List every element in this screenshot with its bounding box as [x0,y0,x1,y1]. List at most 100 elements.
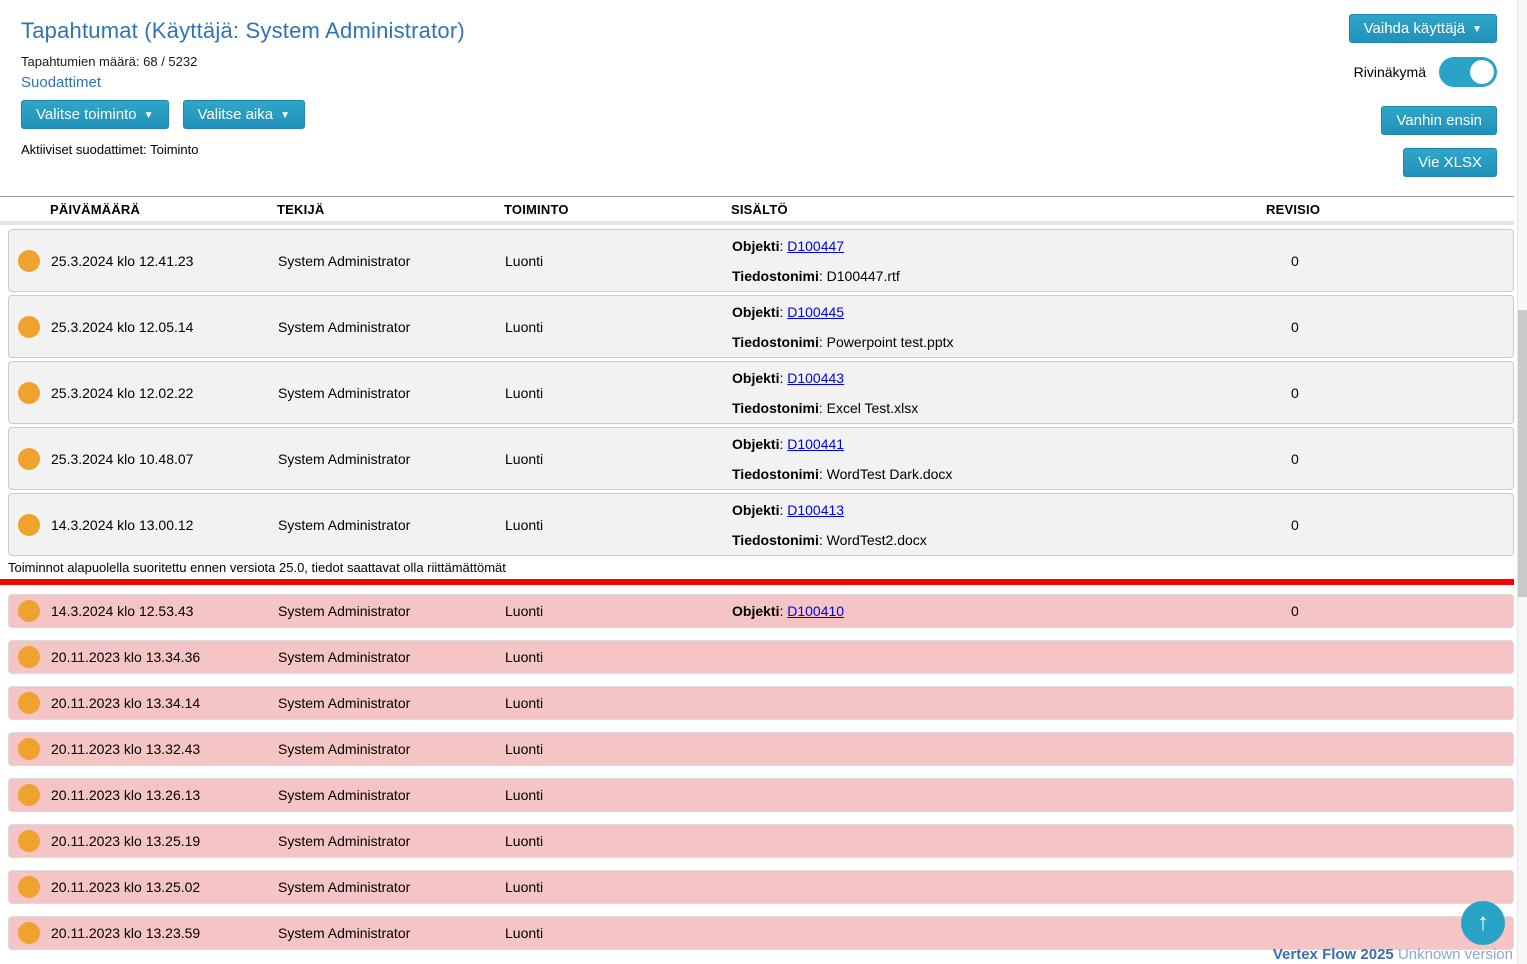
header-content: SISÄLTÖ [731,202,1266,217]
row-revision: 0 [1267,517,1513,533]
status-dot-icon [18,646,40,668]
chevron-down-icon: ▼ [144,110,154,121]
row-status-cell [9,692,51,714]
object-label: Objekti [732,436,779,452]
object-label: Objekti [732,238,779,254]
row-status-cell [9,830,51,852]
row-action: Luonti [505,319,732,335]
row-status-cell [9,514,51,536]
table-row[interactable]: 20.11.2023 klo 13.34.14 System Administr… [8,686,1514,720]
chevron-down-icon: ▼ [1472,24,1482,35]
export-xlsx-button[interactable]: Vie XLSX [1403,148,1497,177]
row-view-label: Rivinäkymä [1354,64,1426,80]
row-status-cell [9,646,51,668]
select-time-button[interactable]: Valitse aika▼ [183,100,306,129]
row-date: 20.11.2023 klo 13.26.13 [51,787,278,803]
row-date: 20.11.2023 klo 13.34.36 [51,649,278,665]
table-row[interactable]: 20.11.2023 klo 13.26.13 System Administr… [8,778,1514,812]
status-dot-icon [18,876,40,898]
event-count: Tapahtumien määrä: 68 / 5232 [21,54,1527,69]
table-row[interactable]: 25.3.2024 klo 12.02.22 System Administra… [8,361,1514,424]
object-line: Objekti: D100441 [732,436,1267,452]
table-row[interactable]: 25.3.2024 klo 12.05.14 System Administra… [8,295,1514,358]
row-date: 25.3.2024 klo 12.41.23 [51,253,278,269]
row-status-cell [9,600,51,622]
object-label: Objekti [732,502,779,518]
status-dot-icon [18,784,40,806]
version-warning-divider [0,579,1514,585]
row-date: 14.3.2024 klo 12.53.43 [51,603,278,619]
topbar: Tapahtumat (Käyttäjä: System Administrat… [0,0,1527,196]
row-actor: System Administrator [278,879,505,895]
row-actor: System Administrator [278,451,505,467]
row-revision: 0 [1267,603,1513,619]
object-link[interactable]: D100441 [787,436,844,452]
table-row[interactable]: 20.11.2023 klo 13.25.02 System Administr… [8,870,1514,904]
table-row[interactable]: 14.3.2024 klo 13.00.12 System Administra… [8,493,1514,556]
row-content: Objekti: D100441 Tiedostonimi: WordTest … [732,436,1267,482]
row-actor: System Administrator [278,517,505,533]
object-label: Objekti [732,603,779,619]
object-label: Objekti [732,304,779,320]
row-actor: System Administrator [278,649,505,665]
row-content: Objekti: D100410 [732,603,1267,619]
event-rows-recent: 25.3.2024 klo 12.41.23 System Administra… [8,229,1514,556]
oldest-first-button[interactable]: Vanhin ensin [1381,106,1497,135]
filename-line: Tiedostonimi: Powerpoint test.pptx [732,334,1267,350]
row-date: 20.11.2023 klo 13.23.59 [51,925,278,941]
table-row[interactable]: 14.3.2024 klo 12.53.43 System Administra… [8,594,1514,628]
row-status-cell [9,316,51,338]
row-date: 25.3.2024 klo 12.02.22 [51,385,278,401]
object-link[interactable]: D100447 [787,238,844,254]
row-view-toggle[interactable] [1439,57,1497,87]
active-filters-label: Aktiiviset suodattimet: Toiminto [21,142,1527,157]
row-actor: System Administrator [278,833,505,849]
row-status-cell [9,738,51,760]
filename-value: Powerpoint test.pptx [827,334,954,350]
brand-label: Vertex Flow 2025 [1273,946,1394,963]
status-dot-icon [18,250,40,272]
row-date: 20.11.2023 klo 13.25.19 [51,833,278,849]
filename-label: Tiedostonimi [732,400,819,416]
header-actor: TEKIJÄ [277,202,504,217]
row-actor: System Administrator [278,787,505,803]
table-row[interactable]: 20.11.2023 klo 13.32.43 System Administr… [8,732,1514,766]
row-content: Objekti: D100443 Tiedostonimi: Excel Tes… [732,370,1267,416]
row-actor: System Administrator [278,385,505,401]
row-revision: 0 [1267,385,1513,401]
table-row[interactable]: 25.3.2024 klo 10.48.07 System Administra… [8,427,1514,490]
scrollbar[interactable] [1517,0,1527,964]
table-row[interactable]: 20.11.2023 klo 13.23.59 System Administr… [8,916,1514,950]
object-link[interactable]: D100413 [787,502,844,518]
object-link[interactable]: D100443 [787,370,844,386]
row-action: Luonti [505,649,732,665]
change-user-button[interactable]: Vaihda käyttäjä▼ [1349,14,1497,43]
status-dot-icon [18,600,40,622]
row-revision: 0 [1267,253,1513,269]
scroll-to-top-button[interactable]: ↑ [1461,901,1505,945]
row-content: Objekti: D100413 Tiedostonimi: WordTest2… [732,502,1267,548]
object-line: Objekti: D100445 [732,304,1267,320]
row-action: Luonti [505,879,732,895]
object-link[interactable]: D100445 [787,304,844,320]
filters-link[interactable]: Suodattimet [21,74,101,91]
status-dot-icon [18,448,40,470]
row-action: Luonti [505,695,732,711]
table-row[interactable]: 25.3.2024 klo 12.41.23 System Administra… [8,229,1514,292]
object-link[interactable]: D100410 [787,603,844,619]
header-date: PÄIVÄMÄÄRÄ [50,202,277,217]
arrow-up-icon: ↑ [1477,909,1489,936]
select-action-button[interactable]: Valitse toiminto▼ [21,100,169,129]
row-content: Objekti: D100447 Tiedostonimi: D100447.r… [732,238,1267,284]
table-row[interactable]: 20.11.2023 klo 13.25.19 System Administr… [8,824,1514,858]
row-action: Luonti [505,253,732,269]
row-status-cell [9,784,51,806]
event-rows-old: 14.3.2024 klo 12.53.43 System Administra… [8,594,1514,950]
table-row[interactable]: 20.11.2023 klo 13.34.36 System Administr… [8,640,1514,674]
row-actor: System Administrator [278,253,505,269]
row-actor: System Administrator [278,925,505,941]
version-label: Unknown version [1398,946,1513,963]
scrollbar-thumb[interactable] [1518,310,1527,597]
row-date: 20.11.2023 klo 13.32.43 [51,741,278,757]
version-warning-text: Toiminnot alapuolella suoritettu ennen v… [8,560,1527,575]
